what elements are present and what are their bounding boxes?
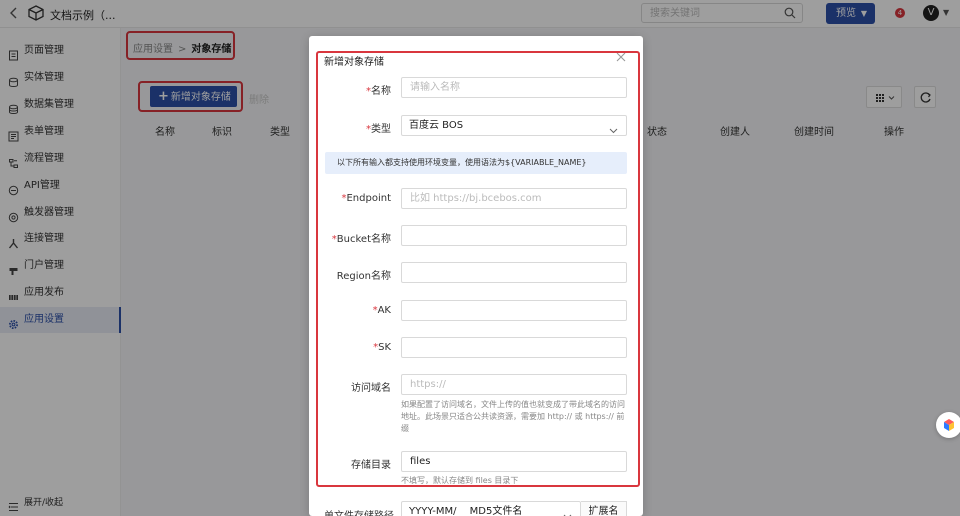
highlight-box bbox=[316, 51, 640, 487]
assistant-float-button[interactable] bbox=[936, 412, 960, 438]
extension-button[interactable]: 扩展名 bbox=[581, 501, 627, 516]
path-value: YYYY-MM/ bbox=[409, 506, 457, 516]
path-value-2: MD5文件名 bbox=[469, 506, 523, 516]
path-label: 单文件存储路径 bbox=[324, 507, 394, 516]
chevron-down-icon bbox=[563, 508, 572, 516]
path-select[interactable]: YYYY-MM/ MD5文件名 bbox=[401, 501, 581, 516]
add-object-storage-dialog: 新增对象存储 *名称 *类型 百度云 BOS 以下所有输入都支持使用环境变量，使… bbox=[309, 36, 643, 516]
